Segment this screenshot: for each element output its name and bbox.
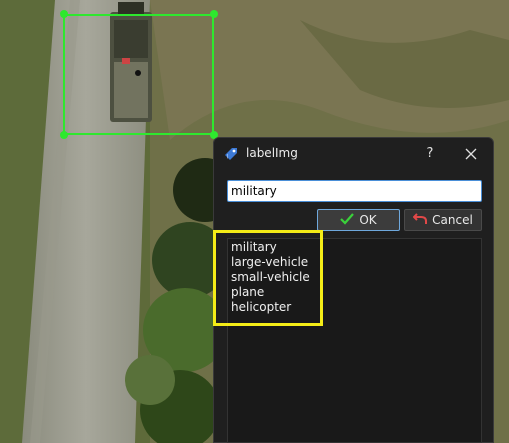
ok-button[interactable]: OK (317, 209, 400, 231)
close-icon[interactable] (461, 144, 481, 164)
label-list-item[interactable]: plane (231, 285, 484, 300)
bounding-box[interactable] (63, 14, 214, 135)
cancel-button[interactable]: Cancel (404, 209, 482, 231)
dialog-titlebar[interactable]: | labelImg ? (214, 138, 493, 170)
ok-button-label: OK (359, 213, 377, 227)
label-list-panel[interactable]: military large-vehicle small-vehicle pla… (227, 238, 482, 443)
label-list-item[interactable]: large-vehicle (231, 255, 484, 270)
cancel-button-label: Cancel (432, 213, 473, 227)
dialog-title: labelImg (246, 146, 298, 160)
label-list-item[interactable]: military (231, 240, 484, 255)
label-input[interactable] (227, 180, 482, 202)
label-list-item[interactable]: helicopter (231, 300, 484, 315)
label-dialog: | labelImg ? OK Cancel milit (213, 137, 494, 443)
bbox-handle-bottom-left[interactable] (60, 131, 68, 139)
help-button[interactable]: ? (420, 144, 440, 164)
label-list: military large-vehicle small-vehicle pla… (231, 240, 484, 315)
undo-arrow-icon (412, 212, 428, 228)
label-list-item[interactable]: small-vehicle (231, 270, 484, 285)
bbox-handle-top-left[interactable] (60, 10, 68, 18)
svg-text:|: | (227, 154, 229, 160)
checkmark-icon (340, 212, 355, 228)
bbox-handle-top-right[interactable] (210, 10, 218, 18)
labelimg-app-icon: | (223, 146, 239, 162)
